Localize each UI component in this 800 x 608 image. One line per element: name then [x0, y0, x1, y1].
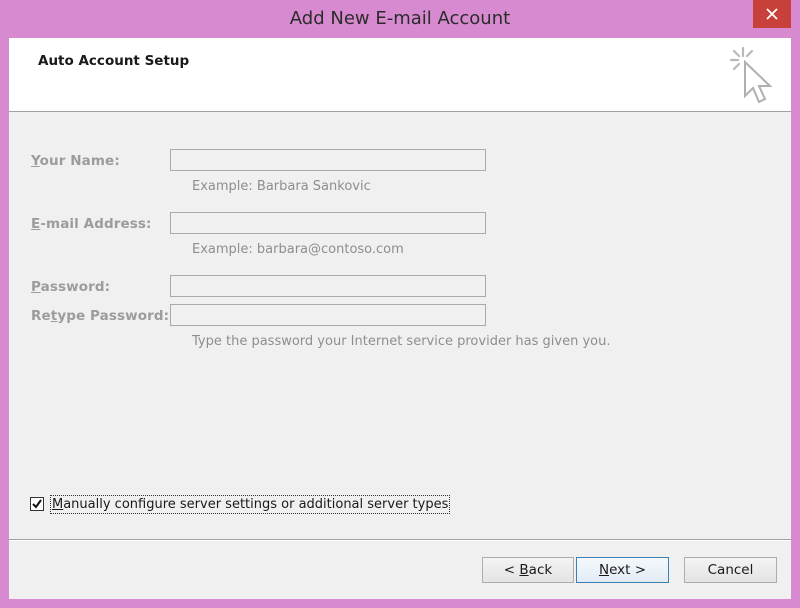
email-address-label: E-mail Address: [31, 216, 152, 232]
window-title: Add New E-mail Account [289, 8, 511, 29]
close-button[interactable] [753, 0, 791, 28]
manual-config-checkbox[interactable] [30, 497, 44, 511]
retype-password-label: Retype Password: [31, 308, 170, 324]
title-bar[interactable]: Add New E-mail Account [0, 0, 800, 38]
password-hint: Type the password your Internet service … [192, 334, 611, 349]
wizard-cursor-icon [729, 46, 773, 104]
dialog-client-area: Auto Account Setup Your Name: Example: B… [9, 38, 791, 599]
next-button[interactable]: Next > [576, 557, 669, 583]
wizard-header: Auto Account Setup [9, 38, 791, 112]
close-icon [766, 8, 778, 20]
retype-password-field[interactable] [170, 304, 486, 326]
your-name-field[interactable] [170, 149, 486, 171]
dialog-window: Add New E-mail Account Auto Account Setu… [0, 0, 800, 608]
page-title: Auto Account Setup [38, 53, 190, 69]
password-label: Password: [31, 279, 111, 295]
footer-divider [9, 539, 791, 541]
email-address-field[interactable] [170, 212, 486, 234]
back-button[interactable]: < Back [482, 557, 574, 583]
manual-config-label[interactable]: Manually configure server settings or ad… [50, 495, 451, 514]
email-address-hint: Example: barbara@contoso.com [192, 242, 404, 257]
cancel-button[interactable]: Cancel [684, 557, 777, 583]
checkmark-icon [32, 499, 42, 509]
your-name-hint: Example: Barbara Sankovic [192, 179, 371, 194]
password-field[interactable] [170, 275, 486, 297]
your-name-label: Your Name: [31, 153, 120, 169]
